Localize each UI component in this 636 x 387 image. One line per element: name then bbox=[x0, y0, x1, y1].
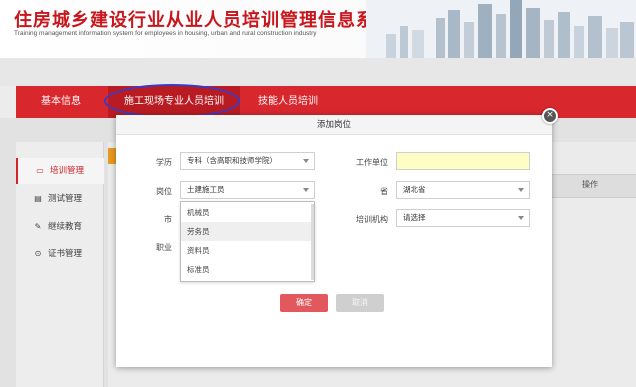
work-unit-label: 工作单位 bbox=[356, 158, 388, 167]
education-select[interactable]: 专科（含高职和技师学院） bbox=[180, 152, 315, 170]
cancel-button[interactable]: 取消 bbox=[336, 294, 384, 312]
chevron-down-icon bbox=[518, 188, 524, 192]
dropdown-option[interactable]: 标准员 bbox=[181, 260, 312, 279]
header-band bbox=[0, 58, 636, 86]
annotation-ellipse bbox=[104, 84, 240, 118]
nav-skilled-worker-training[interactable]: 技能人员培训 bbox=[242, 86, 334, 118]
training-org-label: 培训机构 bbox=[356, 215, 388, 224]
dropdown-option[interactable]: 机械员 bbox=[181, 203, 312, 222]
chevron-down-icon bbox=[303, 159, 309, 163]
training-org-value: 请选择 bbox=[403, 213, 426, 222]
chevron-down-icon bbox=[518, 216, 524, 220]
education-value: 专科（含高职和技师学院） bbox=[187, 156, 277, 165]
province-select[interactable]: 湖北省 bbox=[396, 181, 530, 199]
position-select[interactable]: 土建施工员 bbox=[180, 181, 315, 199]
city-label: 市 bbox=[164, 215, 172, 224]
system-title: 住房城乡建设行业从业人员培训管理信息系统 bbox=[14, 10, 394, 31]
dropdown-option[interactable]: 资料员 bbox=[181, 241, 312, 260]
system-subtitle: Training management information system f… bbox=[14, 30, 317, 37]
confirm-button[interactable]: 确定 bbox=[280, 294, 328, 312]
position-value: 土建施工员 bbox=[187, 185, 225, 194]
dropdown-option-hovered[interactable]: 劳务员 bbox=[181, 222, 312, 241]
dialog-title: 添加岗位 bbox=[116, 115, 552, 135]
position-label: 岗位 bbox=[156, 187, 172, 196]
dropdown-scrollbar[interactable] bbox=[311, 204, 314, 280]
education-label: 学历 bbox=[156, 158, 172, 167]
city-skyline-banner bbox=[366, 0, 636, 58]
nav-basic-info[interactable]: 基本信息 bbox=[16, 86, 106, 118]
position-dropdown-list: 机械员 劳务员 资料员 标准员 bbox=[180, 201, 315, 282]
province-label: 省 bbox=[380, 187, 388, 196]
training-org-select[interactable]: 请选择 bbox=[396, 209, 530, 227]
close-icon[interactable]: × bbox=[542, 108, 558, 124]
app-header: 住房城乡建设行业从业人员培训管理信息系统 Training management… bbox=[0, 0, 636, 58]
province-value: 湖北省 bbox=[403, 185, 426, 194]
occupation-label: 职业 bbox=[156, 243, 172, 252]
work-unit-input[interactable] bbox=[396, 152, 530, 170]
chevron-down-icon bbox=[303, 188, 309, 192]
